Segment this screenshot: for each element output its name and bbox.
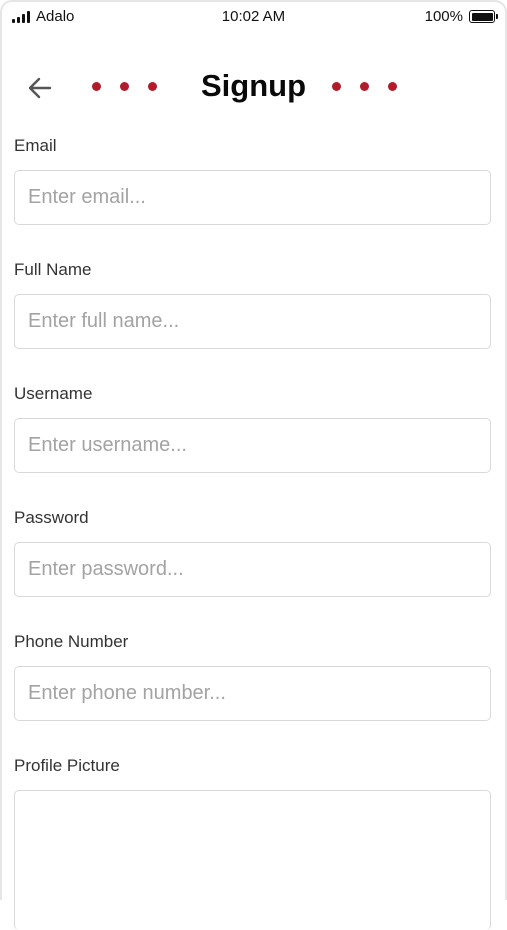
battery-icon	[469, 10, 498, 23]
password-input[interactable]	[14, 542, 491, 597]
password-label: Password	[14, 508, 89, 527]
password-field-group: Password	[14, 506, 491, 630]
profile-picture-field-group: Profile Picture	[14, 754, 491, 930]
decorative-dots-right	[332, 82, 397, 91]
full-name-field-group: Full Name	[14, 258, 491, 382]
email-field-group: Email	[14, 134, 491, 258]
phone-input[interactable]	[14, 666, 491, 721]
full-name-label: Full Name	[14, 260, 92, 279]
full-name-input[interactable]	[14, 294, 491, 349]
header: Signup	[0, 60, 507, 116]
email-label: Email	[14, 136, 57, 155]
username-field-group: Username	[14, 382, 491, 506]
signup-form: Email Full Name Username Password Phone …	[14, 134, 491, 930]
email-input[interactable]	[14, 170, 491, 225]
profile-picture-upload[interactable]	[14, 790, 491, 930]
status-right: 100%	[424, 8, 498, 25]
username-input[interactable]	[14, 418, 491, 473]
page-title: Signup	[200, 68, 307, 103]
status-bar: Adalo 10:02 AM 100%	[0, 0, 507, 32]
phone-label: Phone Number	[14, 632, 129, 651]
phone-field-group: Phone Number	[14, 630, 491, 754]
username-label: Username	[14, 384, 93, 403]
profile-picture-label: Profile Picture	[14, 756, 120, 775]
battery-percent: 100%	[424, 8, 463, 25]
